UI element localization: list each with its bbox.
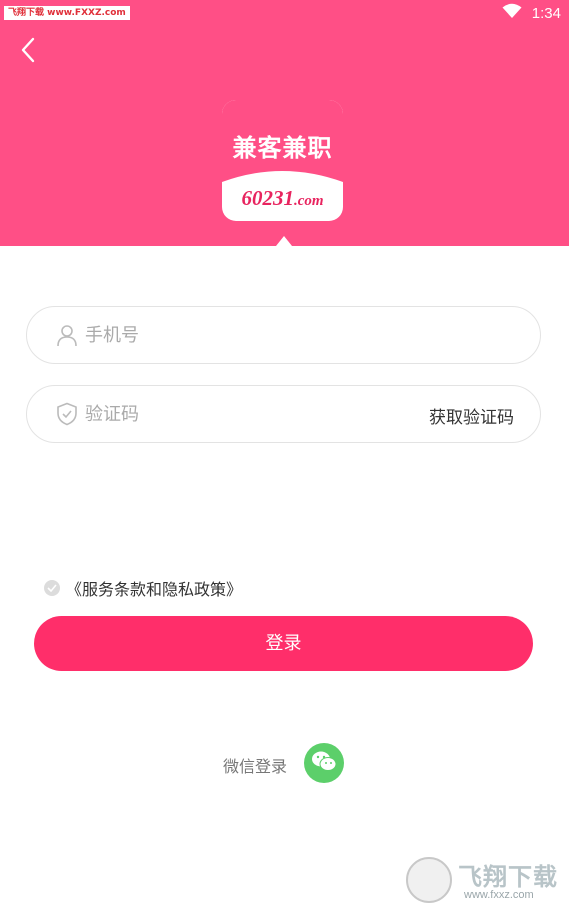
watermark-logo-icon [406,857,452,903]
header-pointer [276,236,292,246]
status-bar: 1:34 [502,2,561,24]
code-input[interactable] [85,398,415,430]
login-screen: 飞翔下载 www.FXXZ.com 1:34 兼客兼职 60231.com 获取… [0,0,569,913]
wechat-icon [311,750,337,776]
wechat-login-button[interactable] [304,743,344,783]
wifi-icon [502,3,522,23]
back-button[interactable] [14,36,42,68]
get-code-button[interactable]: 获取验证码 [429,403,514,428]
agreement-link[interactable]: 《服务条款和隐私政策》 [66,576,242,600]
code-field: 获取验证码 [26,385,541,443]
login-button[interactable]: 登录 [34,616,533,671]
chevron-left-icon [21,37,35,67]
wechat-login-label: 微信登录 [223,757,288,776]
logo-domain-number: 60231 [241,186,294,210]
logo-domain-suffix: .com [293,193,324,209]
bottom-watermark: 飞翔下载 www.fxxz.com [402,853,566,909]
phone-field [26,306,541,364]
logo-title: 兼客兼职 [232,134,333,162]
watermark-text: 飞翔下载 [458,863,558,891]
user-icon [55,323,79,347]
agreement-checkbox[interactable] [44,580,60,596]
logo-domain: 60231.com [222,186,343,211]
agreement-row: 《服务条款和隐私政策》 [44,576,242,600]
phone-input[interactable] [85,319,415,351]
watermark-url: www.fxxz.com [464,889,534,901]
app-logo: 兼客兼职 60231.com [222,100,343,221]
top-watermark: 飞翔下载 www.FXXZ.com [4,6,130,20]
status-time: 1:34 [531,4,561,22]
shield-icon [55,402,79,426]
